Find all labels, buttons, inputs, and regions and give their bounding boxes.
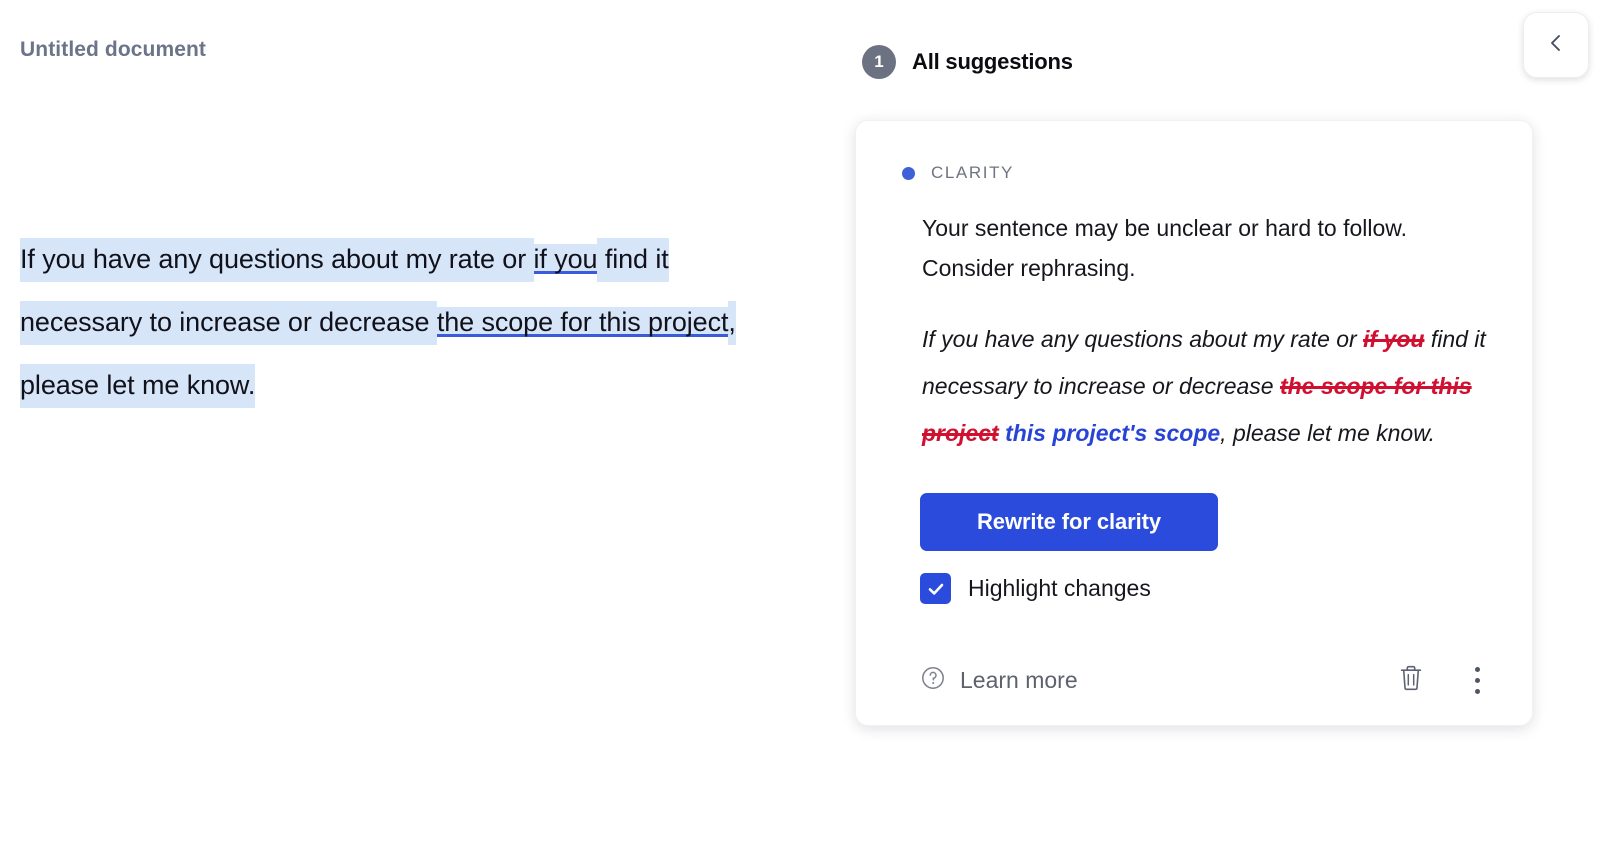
delete-suggestion-button[interactable] xyxy=(1397,663,1425,698)
suggestions-panel-title: All suggestions xyxy=(912,49,1073,74)
suggestion-category-row: CLARITY xyxy=(856,121,1532,183)
preview-segment-deleted: if you xyxy=(1363,326,1425,352)
card-action-icons xyxy=(1397,662,1488,699)
suggestion-explanation: Your sentence may be unclear or hard to … xyxy=(922,215,1407,281)
chevron-left-icon xyxy=(1545,32,1567,59)
suggestion-count-badge: 1 xyxy=(862,45,896,79)
suggestions-header: 1 All suggestions xyxy=(862,45,1073,79)
checkmark-icon xyxy=(928,583,943,595)
document-suggestion-underline[interactable]: if you xyxy=(533,244,598,274)
suggestions-sidebar: 1 All suggestions CLARITY Your sentence … xyxy=(840,0,1600,858)
suggestion-card[interactable]: CLARITY Your sentence may be unclear or … xyxy=(855,120,1533,726)
document-text-segment: If you have any questions about my rate … xyxy=(20,238,534,282)
suggestion-preview-text: If you have any questions about my rate … xyxy=(922,316,1492,457)
highlight-changes-checkbox[interactable] xyxy=(920,573,951,604)
rewrite-for-clarity-button[interactable]: Rewrite for clarity xyxy=(920,493,1218,551)
document-suggestion-underline[interactable]: the scope for this project xyxy=(436,307,728,337)
document-title[interactable]: Untitled document xyxy=(20,38,206,62)
document-text-editor[interactable]: If you have any questions about my rate … xyxy=(20,228,750,417)
kebab-dot xyxy=(1475,678,1480,683)
preview-segment-inserted: this project's scope xyxy=(1005,420,1221,446)
highlight-changes-toggle[interactable]: Highlight changes xyxy=(920,573,1532,604)
kebab-menu-icon xyxy=(1475,667,1480,672)
category-dot-icon xyxy=(902,166,915,180)
suggestion-card-footer: Learn more xyxy=(920,662,1488,699)
learn-more-label: Learn more xyxy=(960,667,1078,693)
document-pane: Untitled document If you have any questi… xyxy=(0,0,840,858)
more-options-button[interactable] xyxy=(1467,662,1488,699)
preview-segment-normal: If you have any questions about my rate … xyxy=(922,326,1364,352)
kebab-dot xyxy=(1475,689,1480,694)
collapse-sidebar-button[interactable] xyxy=(1523,12,1589,78)
learn-more-link[interactable]: Learn more xyxy=(920,665,1078,696)
preview-segment-normal: , please let me know. xyxy=(1220,420,1435,446)
question-circle-icon xyxy=(920,665,946,696)
suggestion-category-label: CLARITY xyxy=(931,163,1014,182)
highlight-changes-label: Highlight changes xyxy=(968,575,1151,601)
trash-icon xyxy=(1397,663,1425,698)
